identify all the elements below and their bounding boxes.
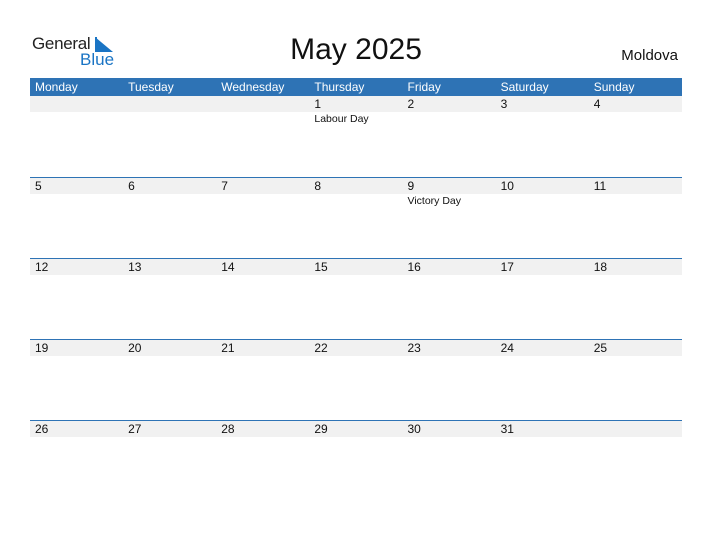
holiday-label (496, 112, 589, 126)
day-number: 10 (500, 179, 514, 193)
event-row: Victory Day (30, 194, 682, 208)
week-row: 5 6 7 8 9 10 11 Victory Day (30, 177, 682, 258)
holiday-label (589, 112, 682, 126)
day-number: 4 (593, 97, 601, 111)
day-number: 22 (314, 341, 328, 355)
holiday-label (589, 194, 682, 208)
weekday-header: Monday Tuesday Wednesday Thursday Friday… (30, 78, 682, 96)
day-number-row: 1 2 3 4 (30, 96, 682, 112)
holiday-label (123, 112, 216, 126)
day-number: 17 (500, 260, 514, 274)
day-number (216, 96, 309, 112)
day-number: 21 (221, 341, 235, 355)
weekday-tuesday: Tuesday (128, 80, 174, 94)
day-number: 27 (128, 422, 142, 436)
day-number: 12 (35, 260, 49, 274)
holiday-label (30, 112, 123, 126)
holiday-label: Labour Day (314, 113, 369, 125)
weekday-monday: Monday (35, 80, 78, 94)
day-number: 5 (35, 179, 42, 193)
day-number: 9 (407, 179, 415, 193)
week-row: 1 2 3 4 Labour Day (30, 96, 682, 177)
day-number-row: 12 13 14 15 16 17 18 (30, 258, 682, 275)
holiday-label (30, 194, 123, 208)
day-number: 15 (314, 260, 328, 274)
holiday-label (123, 194, 216, 208)
day-number: 19 (35, 341, 49, 355)
day-number: 2 (407, 97, 415, 111)
page-title: May 2025 (290, 33, 422, 66)
day-number: 6 (128, 179, 135, 193)
day-number (123, 96, 216, 112)
day-number (30, 96, 123, 112)
day-number: 8 (314, 179, 322, 193)
day-number: 11 (593, 179, 607, 193)
weekday-saturday: Saturday (500, 80, 549, 94)
weekday-sunday: Sunday (593, 80, 635, 94)
holiday-label: Victory Day (407, 195, 462, 207)
day-number-row: 19 20 21 22 23 24 25 (30, 339, 682, 356)
day-number-row: 26 27 28 29 30 31 (30, 420, 682, 437)
holiday-label (216, 112, 309, 126)
event-row: Labour Day (30, 112, 682, 126)
day-number (589, 421, 682, 437)
holiday-label (309, 194, 402, 208)
day-number: 30 (407, 422, 421, 436)
day-number: 26 (35, 422, 49, 436)
day-number: 18 (593, 260, 608, 274)
holiday-label (496, 194, 589, 208)
day-number-row: 5 6 7 8 9 10 11 (30, 177, 682, 194)
week-row: 12 13 14 15 16 17 18 (30, 258, 682, 339)
day-number: 13 (128, 260, 142, 274)
day-number: 28 (221, 422, 235, 436)
country-label: Moldova (621, 47, 678, 64)
day-number: 31 (500, 422, 514, 436)
week-row: 19 20 21 22 23 24 25 (30, 339, 682, 420)
weekday-wednesday: Wednesday (221, 80, 285, 94)
day-number: 16 (407, 260, 421, 274)
day-number: 29 (314, 422, 328, 436)
day-number: 20 (128, 341, 142, 355)
day-number: 24 (500, 341, 514, 355)
day-number: 23 (407, 341, 421, 355)
day-number: 3 (500, 97, 508, 111)
weekday-thursday: Thursday (314, 80, 365, 94)
day-number: 1 (314, 97, 322, 111)
day-number: 7 (221, 179, 228, 193)
calendar-grid: Monday Tuesday Wednesday Thursday Friday… (30, 78, 682, 501)
weekday-friday: Friday (407, 80, 441, 94)
holiday-label (403, 112, 496, 126)
day-number: 25 (593, 341, 608, 355)
holiday-label (216, 194, 309, 208)
week-row: 26 27 28 29 30 31 (30, 420, 682, 501)
day-number: 14 (221, 260, 235, 274)
